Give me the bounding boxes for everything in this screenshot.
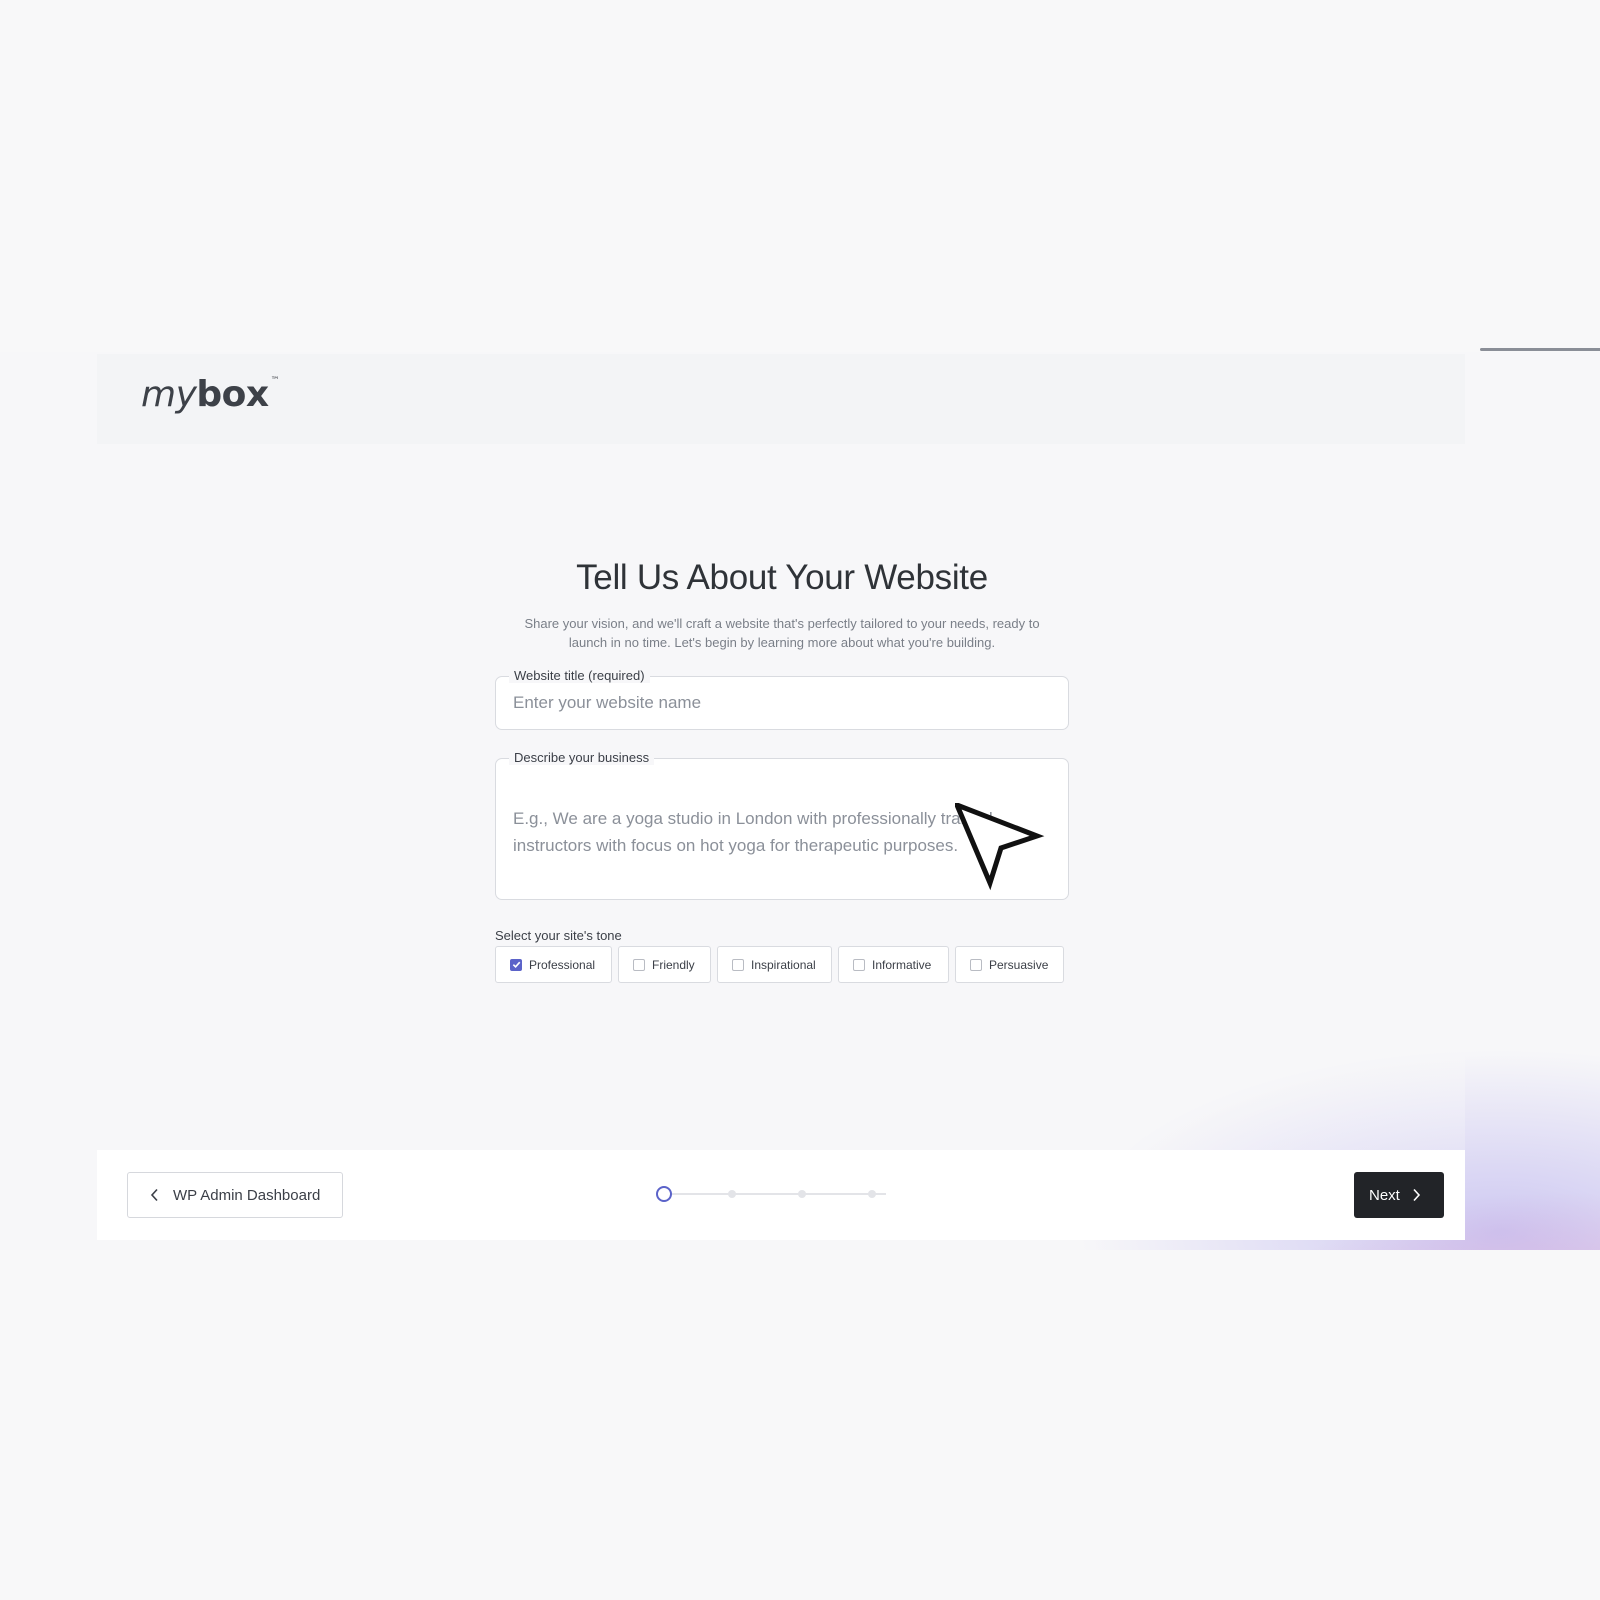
onboarding-window: mybox ™ Tell Us About Your Website Share …	[97, 354, 1465, 1244]
window-edge	[1480, 348, 1600, 351]
cursor-arrow-icon	[952, 800, 1045, 898]
tone-option-persuasive[interactable]: Persuasive	[955, 946, 1064, 983]
check-icon	[512, 961, 520, 969]
next-button[interactable]: Next	[1354, 1172, 1444, 1218]
step-indicator-current	[656, 1186, 672, 1202]
business-description-label: Describe your business	[509, 750, 655, 765]
tone-option-informative[interactable]: Informative	[838, 946, 949, 983]
step-progress	[656, 1186, 886, 1202]
step-indicator	[728, 1190, 736, 1198]
tone-option-label: Professional	[529, 957, 596, 972]
progress-track	[670, 1193, 886, 1195]
chevron-right-icon	[1412, 1188, 1421, 1202]
step-indicator	[798, 1190, 806, 1198]
checkbox-unchecked[interactable]	[633, 958, 645, 971]
back-button-label: WP Admin Dashboard	[173, 1186, 321, 1204]
page-title: Tell Us About Your Website	[576, 558, 988, 597]
step-indicator	[868, 1190, 876, 1198]
main-content: Tell Us About Your Website Share your vi…	[97, 444, 1465, 1150]
wizard-footer: WP Admin Dashboard Next	[97, 1150, 1465, 1240]
tone-option-professional[interactable]: Professional	[495, 946, 612, 983]
mybox-logo: mybox ™	[141, 374, 280, 415]
screen: mybox ™ Tell Us About Your Website Share …	[0, 0, 1600, 1600]
checkbox-unchecked[interactable]	[732, 958, 744, 971]
wp-admin-dashboard-button[interactable]: WP Admin Dashboard	[127, 1172, 343, 1218]
chevron-left-icon	[150, 1188, 159, 1202]
tone-option-label: Inspirational	[751, 957, 816, 972]
page-subtitle: Share your vision, and we'll craft a web…	[524, 616, 1040, 650]
tone-option-label: Friendly	[652, 957, 695, 972]
website-title-field: Website title (required)	[495, 668, 1069, 730]
tone-option-label: Persuasive	[989, 957, 1049, 972]
tone-label: Select your site's tone	[495, 928, 622, 943]
checkbox-checked[interactable]	[510, 958, 522, 971]
checkbox-unchecked[interactable]	[853, 958, 865, 971]
checkbox-unchecked[interactable]	[970, 958, 982, 971]
tone-option-inspirational[interactable]: Inspirational	[717, 946, 832, 983]
website-title-input[interactable]	[513, 693, 1043, 713]
next-button-label: Next	[1369, 1186, 1400, 1204]
tone-option-friendly[interactable]: Friendly	[618, 946, 711, 983]
website-title-label: Website title (required)	[509, 668, 650, 683]
tone-option-label: Informative	[872, 957, 932, 972]
app-header: mybox ™	[97, 354, 1465, 444]
